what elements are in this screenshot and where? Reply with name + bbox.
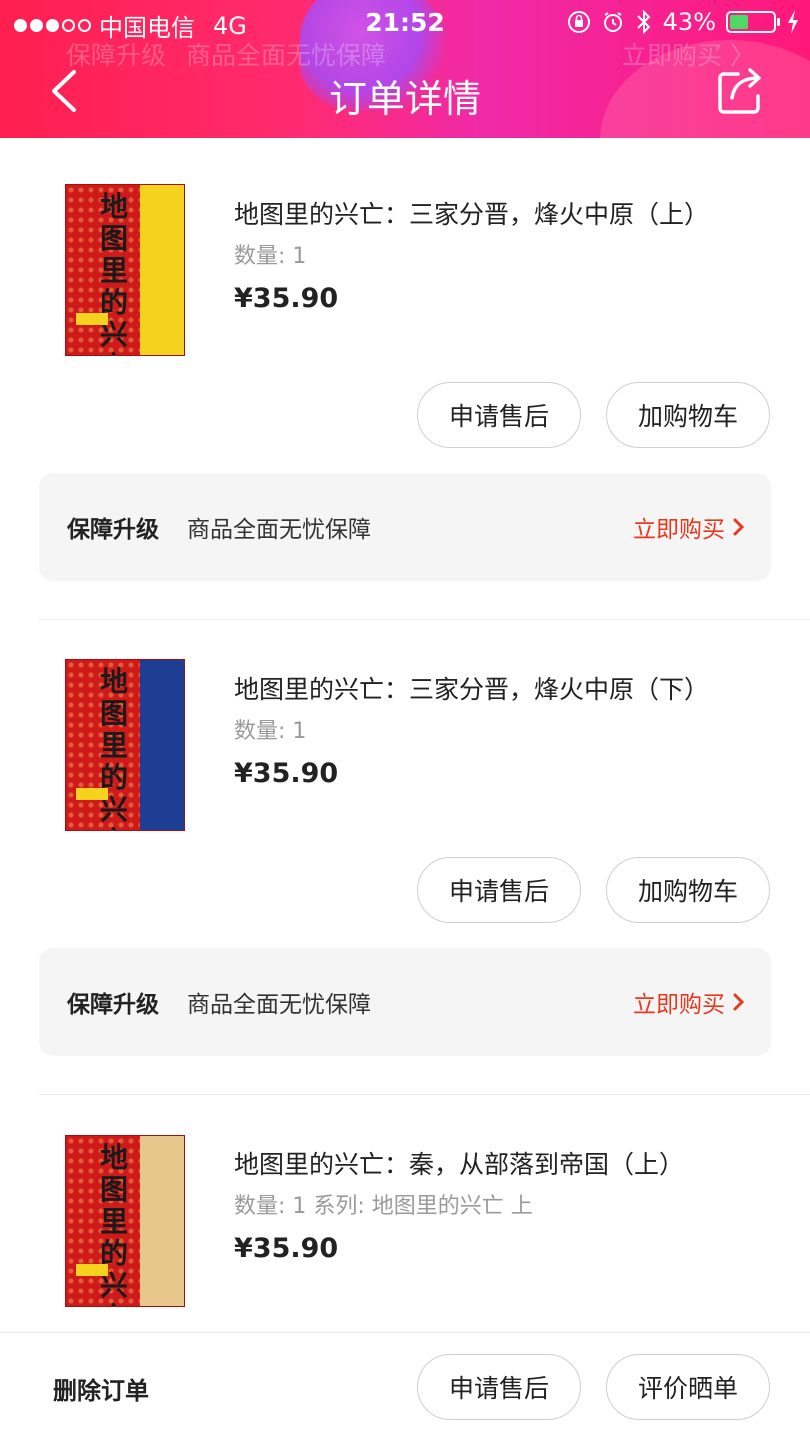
cover-glyphs: 地图里的兴亡 — [100, 1141, 129, 1307]
bluetooth-icon — [636, 9, 651, 35]
alarm-icon — [603, 12, 622, 32]
product-quantity-series: 数量: 1 系列: 地图里的兴亡 上 — [234, 1194, 533, 1219]
guarantee-upgrade-banner[interactable]: 保障升级 商品全面无忧保障 立即购买 — [39, 473, 771, 581]
product-cover-image[interactable]: 地图里的兴亡 — [65, 184, 185, 356]
rotation-lock-icon — [567, 11, 590, 33]
add-to-cart-button[interactable]: 加购物车 — [606, 382, 770, 448]
share-icon[interactable] — [716, 64, 766, 116]
buy-now-link[interactable]: 立即购买 — [633, 985, 745, 1019]
buy-now-label: 立即购买 — [633, 517, 725, 543]
product-price: ¥35.90 — [234, 758, 339, 789]
section-divider — [39, 619, 810, 620]
guarantee-text: 商品全面无忧保障 — [187, 992, 371, 1018]
product-quantity: 数量: 1 — [234, 244, 307, 269]
guarantee-label: 保障升级 — [67, 517, 159, 543]
order-action-bar: 删除订单 申请售后 评价晒单 — [0, 1332, 810, 1440]
status-bar: 中国电信 4G 21:52 43% — [0, 8, 810, 42]
after-sale-button[interactable]: 申请售后 — [417, 382, 581, 448]
chevron-right-icon — [733, 993, 745, 1011]
guarantee-text: 商品全面无忧保障 — [187, 517, 371, 543]
product-cover-image[interactable]: 地图里的兴亡 — [65, 1135, 185, 1307]
review-button[interactable]: 评价晒单 — [606, 1354, 770, 1420]
cover-glyphs: 地图里的兴亡 — [100, 190, 129, 356]
product-price: ¥35.90 — [234, 283, 339, 314]
product-cover-image[interactable]: 地图里的兴亡 — [65, 659, 185, 831]
battery-icon — [726, 11, 780, 33]
cover-glyphs: 地图里的兴亡 — [100, 665, 129, 831]
product-price: ¥35.90 — [234, 1233, 339, 1264]
after-sale-button[interactable]: 申请售后 — [417, 1354, 581, 1420]
section-divider — [39, 1094, 810, 1095]
page-title: 订单详情 — [328, 77, 481, 121]
product-quantity: 数量: 1 — [234, 719, 307, 744]
nav-header: 保障升级 商品全面无忧保障 立即购买 〉 中国电信 4G 21:52 43% 订… — [0, 0, 810, 138]
product-title[interactable]: 地图里的兴亡：三家分晋，烽火中原（下） — [234, 670, 709, 706]
delete-order-button[interactable]: 删除订单 — [53, 1371, 149, 1406]
buy-now-link[interactable]: 立即购买 — [633, 510, 745, 544]
product-title[interactable]: 地图里的兴亡：秦，从部落到帝国（上） — [234, 1145, 684, 1181]
after-sale-button[interactable]: 申请售后 — [417, 857, 581, 923]
guarantee-label: 保障升级 — [67, 992, 159, 1018]
charging-icon — [788, 10, 798, 34]
product-title[interactable]: 地图里的兴亡：三家分晋，烽火中原（上） — [234, 195, 709, 231]
add-to-cart-button[interactable]: 加购物车 — [606, 857, 770, 923]
buy-now-label: 立即购买 — [633, 992, 725, 1018]
battery-percent: 43% — [662, 8, 716, 36]
guarantee-upgrade-banner[interactable]: 保障升级 商品全面无忧保障 立即购买 — [39, 948, 771, 1056]
chevron-right-icon — [733, 518, 745, 536]
